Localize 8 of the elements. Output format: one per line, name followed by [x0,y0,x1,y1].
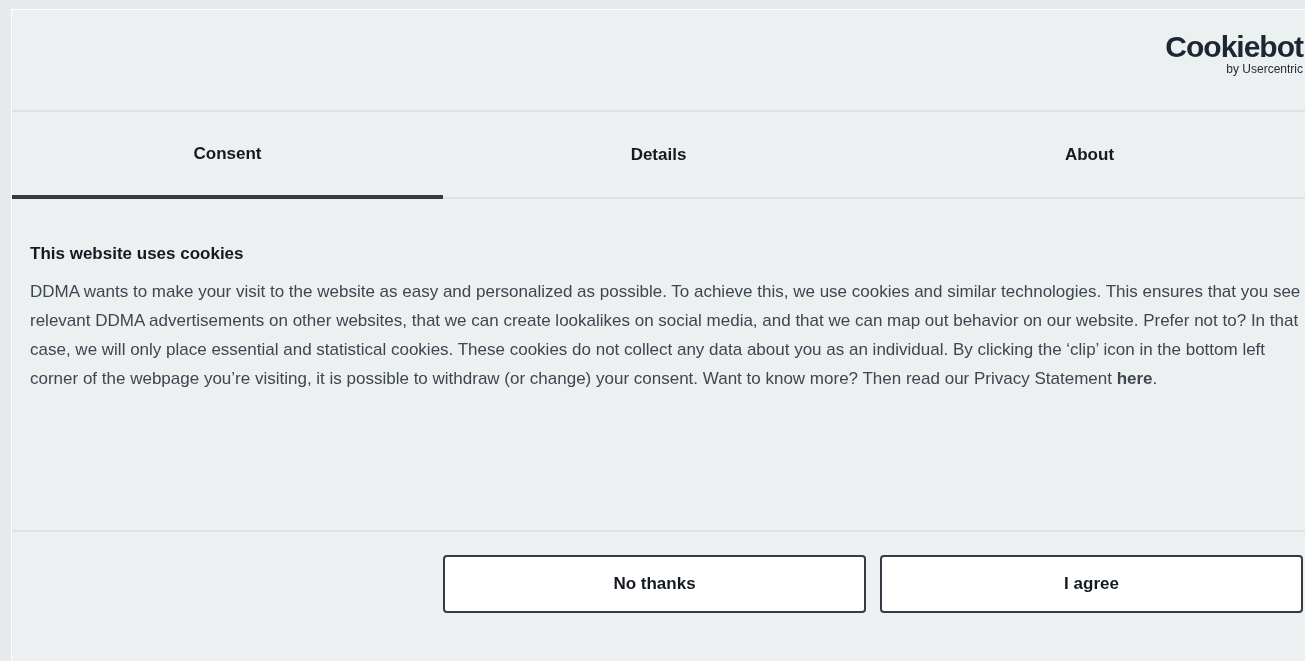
content-title: This website uses cookies [30,243,245,265]
decline-button[interactable]: No thanks [443,555,866,613]
cookiebot-logo: Cookiebot by Usercentric [1165,32,1303,75]
tab[interactable]: Details [443,112,874,197]
tab[interactable]: Consent [12,112,443,199]
tab[interactable]: About [874,112,1305,197]
consent-text: DDMA wants to make your visit to the website as easy and personalized as possible. To achieve this, we use cookies and similar technologies. This ensures that you see relevant DDMA advertisements on other websites, that we can create lookalikes on social media, and that we can map out behavior on our website. Prefer not to? In that case, we will only place essential and statistical cookies. These cookies do not collect any data about you as an individual. By clicking the ‘clip’ icon in the bottom left corner of the webpage you’re visiting, it is possible to withdraw (or change) your consent. Want to know more? Then read our Privacy Statement here. [30,280,1302,390]
agree-button[interactable]: I agree [880,555,1303,613]
